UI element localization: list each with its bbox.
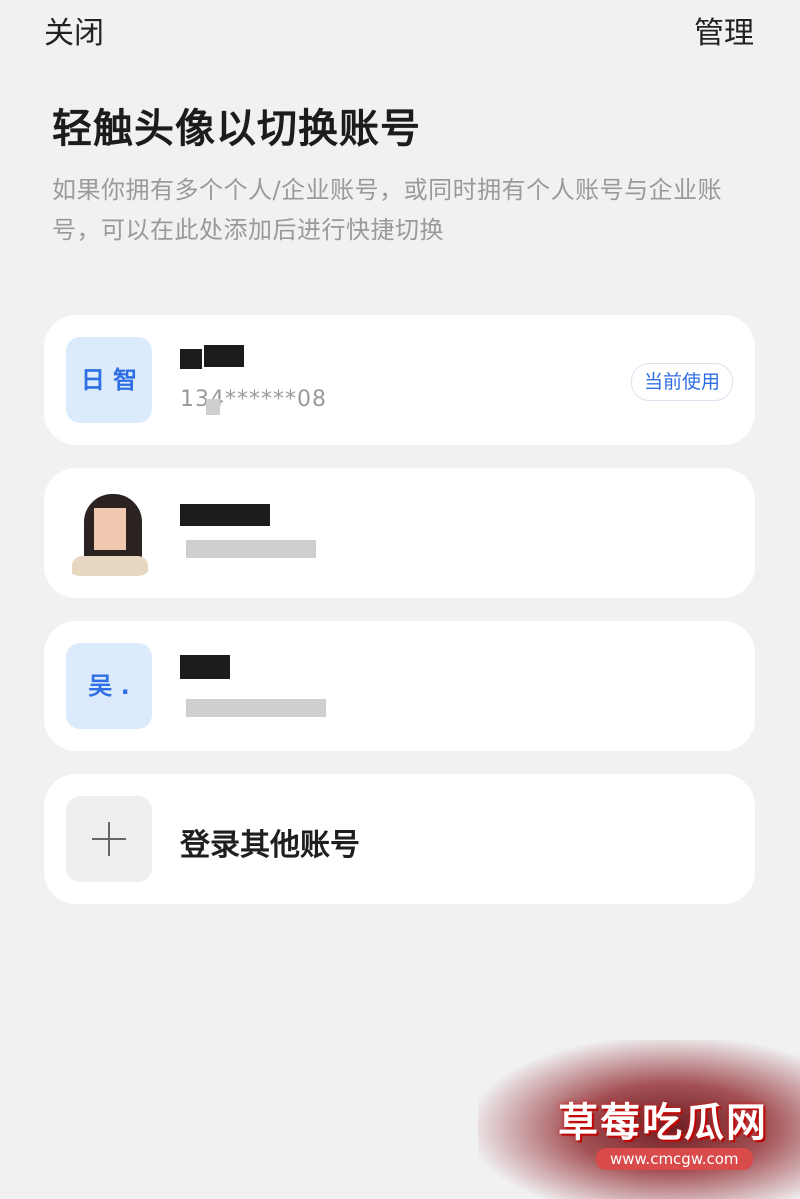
avatar-initials: 日 智	[80, 366, 138, 394]
redacted-phone	[206, 399, 220, 415]
redacted-name	[180, 655, 230, 679]
page-description: 如果你拥有多个个人/企业账号，或同时拥有个人账号与企业账号，可以在此处添加后进行…	[52, 176, 723, 244]
close-button[interactable]: 关闭	[44, 8, 104, 52]
account-phone: 134******08	[180, 387, 327, 412]
avatar-photo	[66, 490, 152, 576]
login-other-account-card[interactable]: 登录其他账号	[44, 774, 755, 904]
page-title: 轻触头像以切换账号	[52, 106, 421, 152]
watermark-url: www.cmcgw.com	[596, 1148, 753, 1170]
top-bar: 关闭 管理	[44, 8, 754, 51]
avatar[interactable]	[66, 490, 152, 576]
watermark-title: 草莓吃瓜网	[558, 1100, 768, 1146]
account-card-current[interactable]: 日 智 134******08 当前使用	[44, 315, 755, 445]
redacted-name	[180, 349, 202, 369]
avatar[interactable]: 日 智	[66, 337, 152, 423]
redacted-name	[204, 345, 244, 367]
watermark: 草莓吃瓜网 www.cmcgw.com	[478, 1040, 800, 1199]
current-in-use-badge[interactable]: 当前使用	[630, 363, 733, 401]
account-card[interactable]	[44, 468, 755, 598]
plus-icon[interactable]	[66, 796, 152, 882]
login-other-account-label: 登录其他账号	[180, 828, 360, 863]
account-card[interactable]: 吴 .	[44, 621, 755, 751]
avatar-initials: 吴 .	[88, 672, 130, 700]
avatar[interactable]: 吴 .	[66, 643, 152, 729]
manage-button[interactable]: 管理	[694, 8, 754, 52]
redacted-phone	[186, 699, 326, 717]
redacted-name	[180, 504, 270, 526]
redacted-phone	[186, 540, 316, 558]
